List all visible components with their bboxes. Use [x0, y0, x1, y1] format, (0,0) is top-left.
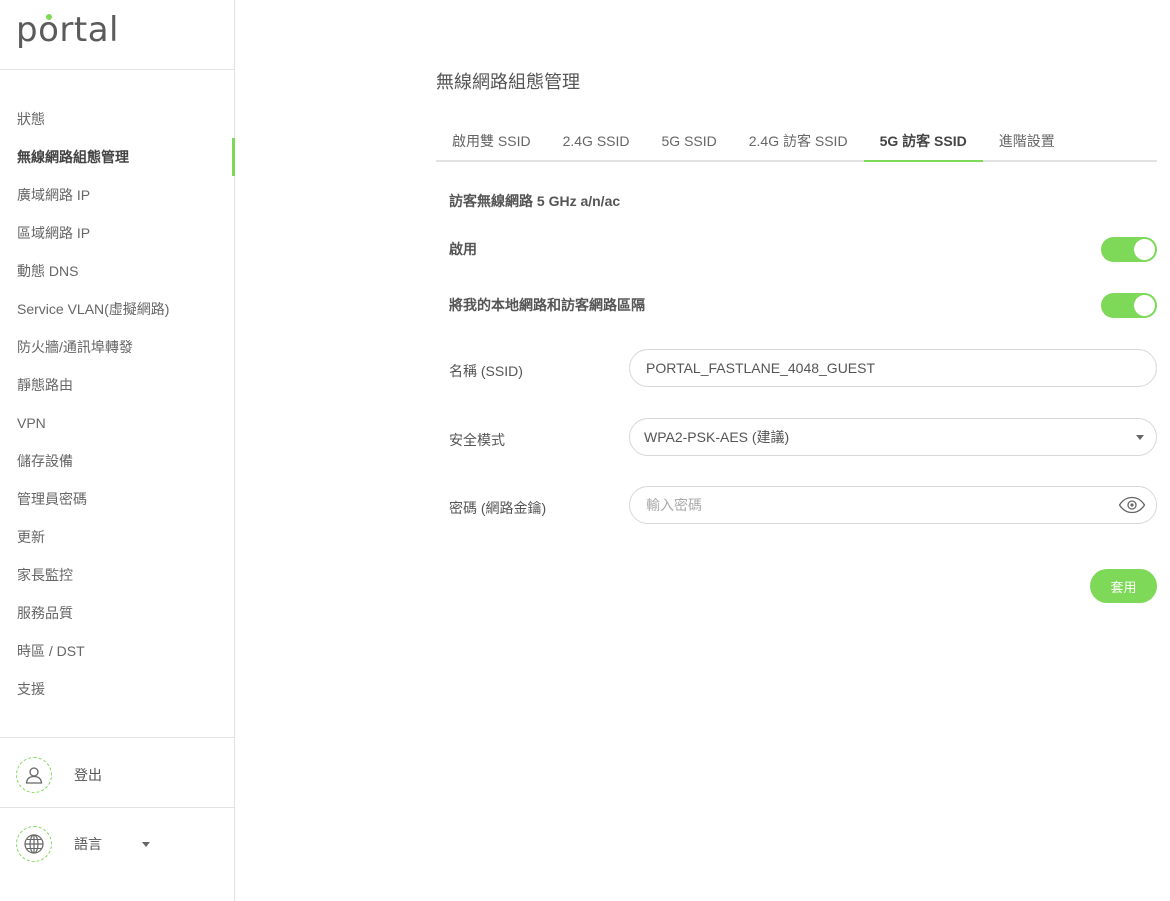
logo-text-p: p	[16, 10, 39, 50]
user-icon	[16, 757, 52, 793]
sidebar-divider	[0, 737, 234, 738]
tab-24g-guest-ssid[interactable]: 2.4G 訪客 SSID	[733, 122, 864, 160]
apply-button[interactable]: 套用	[1090, 569, 1157, 603]
tab-24g-ssid[interactable]: 2.4G SSID	[547, 122, 646, 160]
portal-logo[interactable]: portal	[16, 10, 119, 50]
sidebar-item-update[interactable]: 更新	[0, 518, 234, 556]
ssid-label: 名稱 (SSID)	[449, 363, 523, 379]
logout-button[interactable]: 登出	[16, 757, 102, 793]
logo-divider	[0, 69, 234, 70]
tab-advanced[interactable]: 進階設置	[983, 122, 1071, 160]
sidebar-divider	[0, 807, 234, 808]
sidebar-item-storage[interactable]: 儲存設備	[0, 442, 234, 480]
chevron-down-icon	[142, 841, 150, 847]
tab-5g-guest-ssid[interactable]: 5G 訪客 SSID	[863, 122, 983, 162]
sidebar-item-support[interactable]: 支援	[0, 670, 234, 708]
sidebar-item-wireless-config[interactable]: 無線網路組態管理	[0, 138, 235, 176]
language-label: 語言	[74, 836, 102, 852]
sidebar-item-firewall[interactable]: 防火牆/通訊埠轉發	[0, 328, 234, 366]
toggle-knob	[1134, 295, 1155, 316]
logo-text-o: o	[38, 10, 60, 50]
sidebar-item-dynamic-dns[interactable]: 動態 DNS	[0, 252, 234, 290]
language-selector[interactable]: 語言	[16, 826, 150, 862]
enable-label: 啟用	[449, 241, 477, 257]
tab-5g-ssid[interactable]: 5G SSID	[646, 122, 733, 160]
page-title: 無線網路組態管理	[436, 72, 580, 92]
sidebar-item-service-vlan[interactable]: Service VLAN(虛擬網路)	[0, 290, 234, 328]
sidebar-item-timezone[interactable]: 時區 / DST	[0, 632, 234, 670]
toggle-knob	[1134, 239, 1155, 260]
sidebar-item-qos[interactable]: 服務品質	[0, 594, 234, 632]
sidebar: portal 狀態 無線網路組態管理 廣域網路 IP 區域網路 IP 動態 DN…	[0, 0, 235, 901]
sidebar-item-wan-ip[interactable]: 廣域網路 IP	[0, 176, 234, 214]
password-field	[629, 486, 1157, 524]
ssid-field	[629, 349, 1157, 387]
sidebar-item-parental-control[interactable]: 家長監控	[0, 556, 234, 594]
security-select[interactable]: WPA2-PSK-AES (建議)	[629, 418, 1157, 456]
sidebar-item-status[interactable]: 狀態	[0, 100, 234, 138]
sidebar-item-lan-ip[interactable]: 區域網路 IP	[0, 214, 234, 252]
isolate-toggle[interactable]	[1101, 293, 1157, 318]
section-title: 訪客無線網路 5 GHz a/n/ac	[449, 193, 621, 209]
globe-icon	[16, 826, 52, 862]
tab-dual-ssid[interactable]: 啟用雙 SSID	[436, 122, 547, 160]
sidebar-item-vpn[interactable]: VPN	[0, 404, 234, 442]
password-input[interactable]	[644, 489, 1118, 521]
ssid-input[interactable]	[644, 352, 1156, 384]
isolate-label: 將我的本地網路和訪客網路區隔	[449, 297, 645, 313]
sidebar-item-static-route[interactable]: 靜態路由	[0, 366, 234, 404]
eye-icon[interactable]	[1118, 495, 1146, 515]
sidebar-item-admin-password[interactable]: 管理員密碼	[0, 480, 234, 518]
security-label: 安全模式	[449, 432, 505, 448]
security-selected-value: WPA2-PSK-AES (建議)	[644, 429, 790, 445]
tab-bar: 啟用雙 SSID 2.4G SSID 5G SSID 2.4G 訪客 SSID …	[436, 122, 1157, 162]
chevron-down-icon	[1136, 434, 1144, 440]
password-label: 密碼 (網路金鑰)	[449, 500, 547, 516]
logout-label: 登出	[74, 767, 102, 783]
logo-text-rtal: rtal	[59, 10, 119, 50]
sidebar-nav: 狀態 無線網路組態管理 廣域網路 IP 區域網路 IP 動態 DNS Servi…	[0, 100, 235, 708]
enable-toggle[interactable]	[1101, 237, 1157, 262]
